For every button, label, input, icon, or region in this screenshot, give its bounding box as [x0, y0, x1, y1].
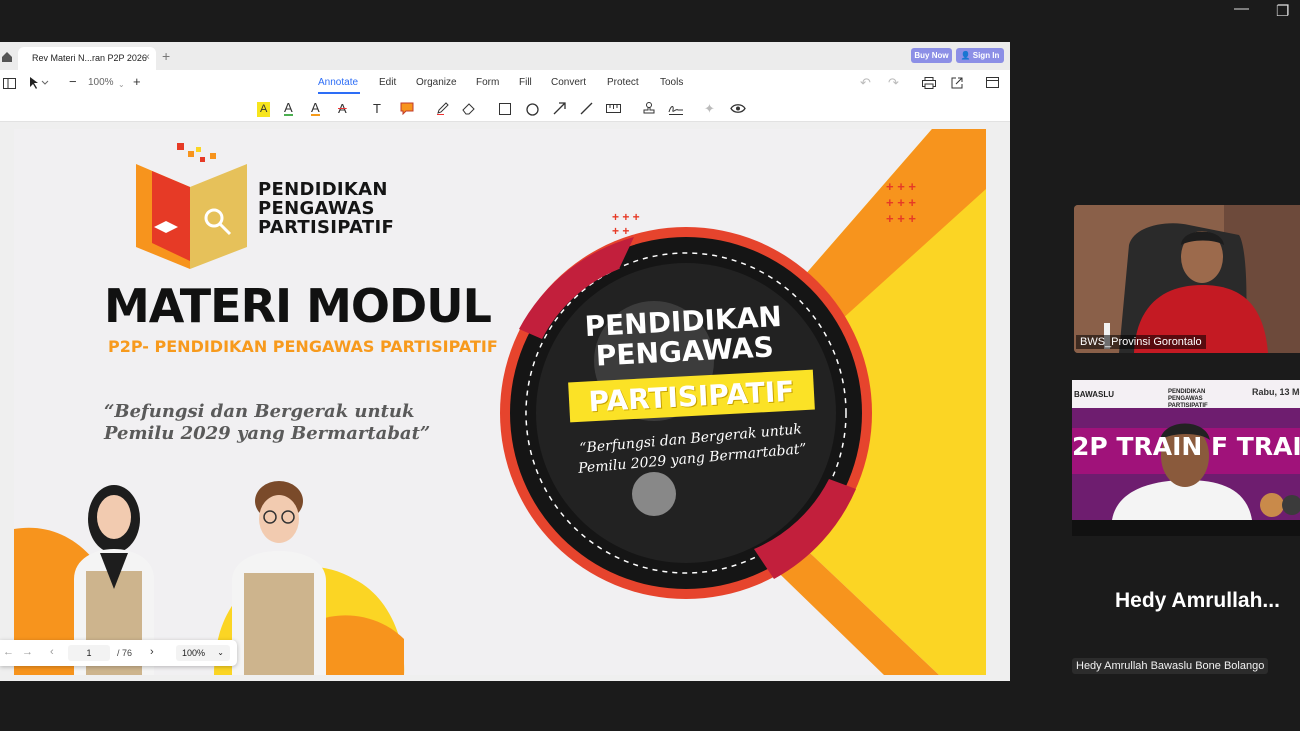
page-number-input[interactable]: 1	[68, 645, 110, 661]
strikethrough-icon[interactable]: A	[338, 101, 347, 116]
menu-convert[interactable]: Convert	[551, 77, 586, 88]
slide-subtitle: P2P- PENDIDIKAN PENGAWAS PARTISIPATIF	[108, 337, 498, 356]
circle-icon[interactable]	[526, 103, 539, 116]
sidebar-toggle-icon[interactable]	[3, 78, 16, 89]
home-icon[interactable]	[1, 51, 13, 63]
print-icon[interactable]	[922, 77, 936, 89]
share-icon[interactable]	[951, 77, 963, 89]
next-page-icon[interactable]: ›	[150, 646, 154, 658]
chevron-down-icon: ⌄	[217, 648, 224, 657]
window-minimize-button[interactable]: —	[1234, 0, 1249, 17]
squiggly-icon[interactable]: A	[311, 101, 320, 116]
participant-2-name: Hedy Amrullah Bawaslu Bone Bolango	[1072, 658, 1269, 674]
eraser-icon[interactable]	[462, 102, 476, 115]
shared-screen-org: BAWASLU	[1074, 390, 1114, 399]
document-tab[interactable]: Rev Materi N...ran P2P 2026 ×	[18, 47, 156, 70]
svg-text:+ + +: + + +	[886, 179, 916, 194]
main-toolbar: − 100% ⌄ + Annotate Edit Organize Form F…	[0, 70, 1010, 96]
participant-2-display-name: Hedy Amrullah...	[1115, 589, 1280, 612]
redo-icon[interactable]: ↷	[888, 76, 899, 90]
highlight-icon[interactable]: A	[257, 102, 271, 117]
eye-icon[interactable]	[730, 103, 746, 114]
stamp-icon[interactable]	[643, 102, 655, 115]
participant-1-video-feed	[1074, 205, 1300, 353]
underline-icon[interactable]: A	[284, 101, 293, 116]
sign-in-button[interactable]: 👤 Sign In	[956, 48, 1004, 63]
signature-icon[interactable]	[668, 103, 684, 115]
slide-title: MATERI MODUL	[104, 279, 492, 333]
quote-line-1: “Befungsi dan Bergerak untuk	[104, 401, 415, 422]
menu-protect[interactable]: Protect	[607, 77, 639, 88]
window-restore-button[interactable]: ❐	[1276, 2, 1289, 20]
svg-text:+ +: + +	[612, 224, 629, 238]
slide-quote: “Befungsi dan Bergerak untuk Pemilu 2029…	[104, 401, 430, 445]
menu-annotate[interactable]: Annotate	[318, 77, 358, 88]
menu-organize[interactable]: Organize	[416, 77, 457, 88]
zoom-level[interactable]: 100%	[88, 77, 114, 88]
shared-logo-line-3: PARTISIPATIF	[1168, 403, 1208, 409]
book-logo-icon	[136, 143, 247, 269]
annotate-toolbar: A A A A T ✦	[0, 96, 1010, 122]
participant-1-name: BWS_Provinsi Gorontalo	[1076, 335, 1206, 349]
arrow-icon[interactable]	[553, 102, 566, 115]
line-icon[interactable]	[580, 102, 593, 115]
panel-toggle-icon[interactable]	[986, 77, 999, 88]
select-tool-icon[interactable]	[29, 77, 49, 89]
pencil-icon[interactable]	[436, 102, 449, 115]
page-zoom-value: 100%	[182, 648, 206, 658]
page-navigation: ← → ‹ 1 / 76 › 100% ⌄	[0, 640, 237, 666]
first-page-icon[interactable]: ←	[3, 646, 14, 658]
pin-icon[interactable]: ✦	[704, 101, 715, 116]
text-tool-icon[interactable]: T	[373, 101, 381, 116]
zoom-in-icon[interactable]: +	[133, 75, 141, 89]
buy-now-button[interactable]: Buy Now	[911, 48, 952, 63]
shared-screen-title: 2P TRAIN F TRAINE	[1072, 432, 1300, 461]
menu-edit[interactable]: Edit	[379, 77, 396, 88]
badge-heading: PENDIDIKAN PENGAWAS	[583, 300, 786, 373]
zoom-dropdown-icon[interactable]: ⌄	[118, 78, 125, 92]
document-tab-label: Rev Materi N...ran P2P 2026	[32, 53, 147, 63]
menu-tools[interactable]: Tools	[660, 77, 683, 88]
logo-line-1: PENDIDIKAN	[258, 179, 388, 200]
active-menu-indicator	[318, 92, 360, 94]
measure-icon[interactable]	[606, 104, 621, 113]
shared-logo-line-2: PENGAWAS	[1168, 396, 1203, 402]
new-tab-button[interactable]: +	[162, 48, 170, 64]
page-zoom-select[interactable]: 100% ⌄	[176, 645, 230, 661]
page-total: / 76	[117, 648, 133, 658]
logo-wordmark: PENDIDIKAN PENGAWAS PARTISIPATIF	[258, 180, 394, 237]
slide-page: + + + + + + + + + + + + + + PENDIDIKAN P…	[14, 129, 986, 675]
shared-logo-line-1: PENDIDIKAN	[1168, 389, 1206, 395]
logo-line-3: PARTISIPATIF	[258, 217, 395, 238]
quote-line-2: Pemilu 2029 yang Bermartabat”	[104, 423, 431, 444]
prev-page-icon[interactable]: ‹	[50, 646, 54, 658]
shared-screen-date: Rabu, 13 Mei 20	[1252, 387, 1300, 397]
tab-bar: Rev Materi N...ran P2P 2026 × + Buy Now …	[0, 42, 1010, 70]
undo-icon[interactable]: ↶	[860, 76, 871, 90]
svg-text:+ + +: + + +	[886, 195, 916, 210]
close-tab-icon[interactable]: ×	[144, 52, 150, 63]
prev-history-icon[interactable]: →	[22, 646, 33, 658]
participant-video-2[interactable]: BAWASLU PENDIDIKAN PENGAWAS PARTISIPATIF…	[1072, 380, 1300, 536]
participant-video-1[interactable]: BWS_Provinsi Gorontalo	[1074, 205, 1300, 353]
shared-screen-logo: PENDIDIKAN PENGAWAS PARTISIPATIF	[1168, 389, 1208, 410]
rectangle-icon[interactable]	[499, 103, 511, 115]
menu-fill[interactable]: Fill	[519, 77, 532, 88]
svg-text:+ + +: + + +	[612, 210, 640, 224]
note-icon[interactable]	[400, 102, 414, 115]
svg-text:+ + +: + + +	[886, 211, 916, 226]
menu-form[interactable]: Form	[476, 77, 499, 88]
zoom-out-icon[interactable]: −	[69, 75, 77, 89]
male-character-icon	[232, 481, 326, 675]
logo-line-2: PENGAWAS	[258, 198, 375, 219]
